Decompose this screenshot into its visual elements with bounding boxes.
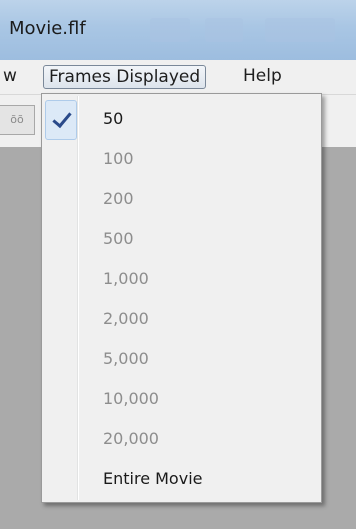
menu-option[interactable]: Entire Movie — [103, 464, 202, 494]
menu-option: 200 — [103, 189, 134, 208]
menu-option: 5,000 — [103, 349, 149, 368]
checked-item-highlight — [45, 100, 77, 140]
menu-option: 2,000 — [103, 309, 149, 328]
checkmark-icon — [52, 107, 72, 129]
menu-bar: w Frames Displayed Help — [0, 60, 356, 95]
menu-option: 100 — [103, 149, 134, 168]
window-title: Movie.flf — [9, 18, 86, 39]
toolbar-button[interactable]: õõ — [0, 105, 35, 135]
menu-option: 20,000 — [103, 429, 159, 448]
menu-option: 500 — [103, 229, 134, 248]
frames-displayed-dropdown: 50 100 200 500 1,000 2,000 5,000 10,000 20,000 En… — [41, 93, 322, 503]
menu-view[interactable]: w — [0, 65, 22, 87]
menu-help[interactable]: Help — [238, 65, 287, 87]
title-bar-blur — [265, 18, 335, 42]
menu-frames-displayed[interactable]: Frames Displayed — [43, 65, 207, 89]
menu-option[interactable]: 50 — [103, 104, 123, 134]
title-bar-blur — [150, 18, 190, 42]
menu-option: 10,000 — [103, 389, 159, 408]
menu-option: 1,000 — [103, 269, 149, 288]
title-bar-blur — [205, 18, 243, 42]
title-bar: Movie.flf — [0, 0, 356, 60]
menu-gutter-divider — [77, 96, 79, 500]
